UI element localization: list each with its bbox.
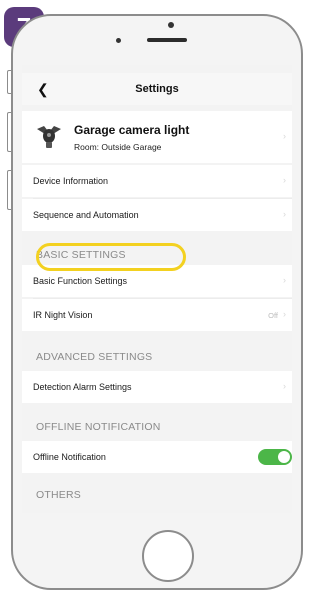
row-label: Device Information: [33, 176, 109, 186]
chevron-right-icon: ›: [283, 175, 286, 185]
speaker-grille: [147, 38, 187, 42]
row-value: Off: [268, 311, 278, 320]
chevron-right-icon: ›: [283, 209, 286, 219]
offline-notification-toggle[interactable]: [258, 449, 292, 465]
toggle-knob: [278, 451, 290, 463]
row-label: IR Night Vision: [33, 310, 93, 320]
chevron-right-icon: ›: [283, 309, 286, 319]
page-title: Settings: [135, 83, 179, 95]
device-name: Garage camera light: [74, 123, 190, 137]
front-sensor-dot: [116, 38, 121, 43]
app-screen: ❮ Settings Garage camera light Room: Out…: [22, 65, 292, 513]
nav-bar: ❮ Settings: [22, 73, 292, 105]
device-card[interactable]: Garage camera light Room: Outside Garage…: [22, 111, 292, 163]
row-detection-alarm-settings[interactable]: Detection Alarm Settings ›: [22, 371, 292, 403]
section-advanced-settings: ADVANCED SETTINGS: [36, 351, 153, 363]
section-others: OTHERS: [36, 489, 81, 501]
row-sequence-automation[interactable]: Sequence and Automation ›: [22, 199, 292, 231]
section-offline-notification: OFFLINE NOTIFICATION: [36, 421, 161, 433]
highlight-ring: [36, 243, 186, 271]
row-label: Detection Alarm Settings: [33, 382, 132, 392]
device-room: Room: Outside Garage: [74, 142, 162, 152]
row-offline-notification[interactable]: Offline Notification: [22, 441, 292, 473]
row-label: Sequence and Automation: [33, 210, 139, 220]
row-device-information[interactable]: Device Information ›: [22, 165, 292, 197]
chevron-right-icon: ›: [283, 381, 286, 391]
home-button[interactable]: [142, 530, 194, 582]
row-ir-night-vision[interactable]: IR Night Vision Off ›: [22, 299, 292, 331]
chevron-right-icon: ›: [283, 131, 286, 141]
row-label: Basic Function Settings: [33, 276, 128, 286]
row-label: Offline Notification: [33, 452, 106, 462]
front-camera-dot: [168, 22, 174, 28]
camera-icon: [37, 126, 61, 148]
chevron-right-icon: ›: [283, 275, 286, 285]
